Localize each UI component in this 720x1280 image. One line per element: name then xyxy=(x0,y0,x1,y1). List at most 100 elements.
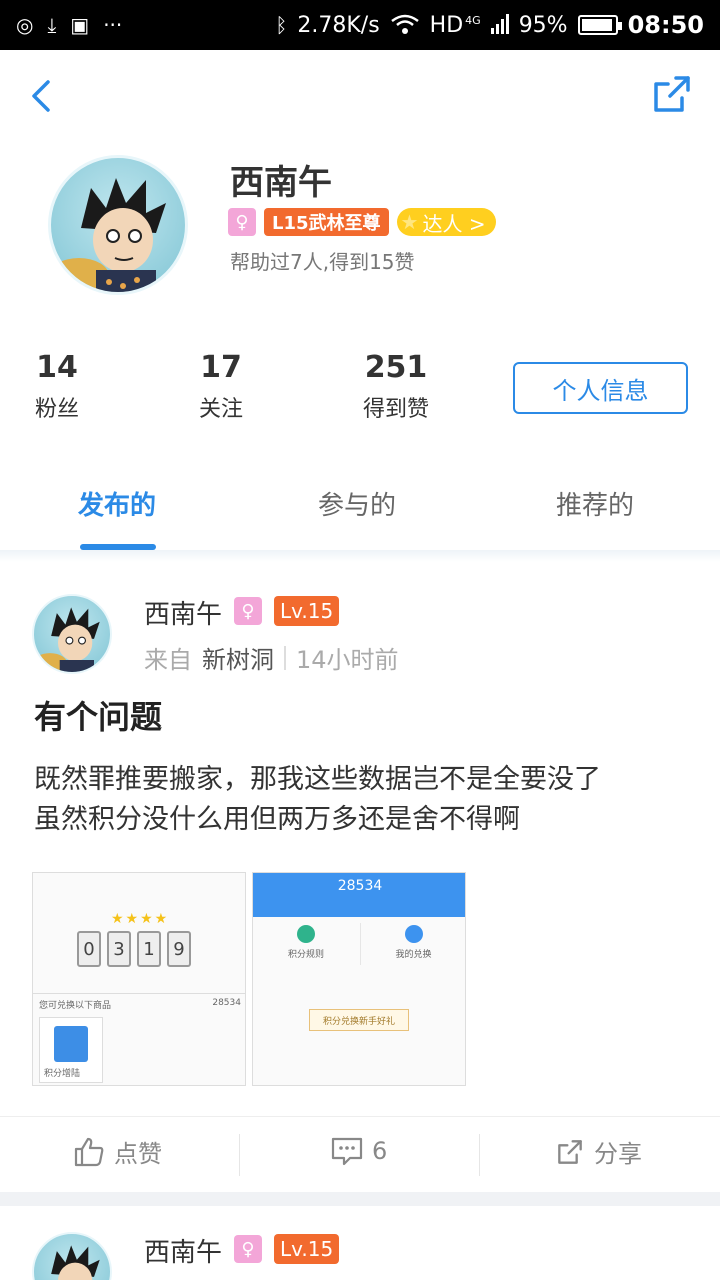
comment-icon xyxy=(331,1137,363,1166)
post-avatar[interactable] xyxy=(32,594,112,674)
star-icon: ★ xyxy=(400,210,419,234)
digit-counter: 0 3 1 9 xyxy=(77,931,191,967)
female-icon: ♀ xyxy=(234,597,262,625)
clock: 08:50 xyxy=(627,11,704,39)
divider xyxy=(0,1116,720,1117)
signal-icon xyxy=(490,13,509,37)
battery-icon xyxy=(577,15,622,35)
gift-icon xyxy=(404,925,423,943)
stat-fans[interactable]: 14 粉丝 xyxy=(30,350,84,423)
action-divider xyxy=(479,1134,480,1176)
meta-divider xyxy=(284,645,286,670)
rules-icon xyxy=(297,925,315,943)
tab-recommended[interactable]: 推荐的 xyxy=(556,485,634,522)
tab-participated[interactable]: 参与的 xyxy=(318,485,396,522)
digit: 1 xyxy=(137,931,161,967)
post-author[interactable]: 西南午 xyxy=(144,1232,222,1269)
stat-label: 得到赞 xyxy=(362,397,429,422)
stat-label: 粉丝 xyxy=(34,397,79,422)
option-label: 我的兑换 xyxy=(395,950,432,960)
post-time: 14小时前 xyxy=(296,646,399,674)
card-label: 积分增陆 xyxy=(44,1069,81,1079)
post-avatar[interactable] xyxy=(32,1232,112,1280)
post-image[interactable]: ★★★★ 0 3 1 9 您可兑换以下商品 28534 积分增陆 xyxy=(32,872,246,1086)
comment-button[interactable]: 6 xyxy=(330,1134,387,1168)
points-header: 28534 xyxy=(253,873,465,917)
network-type: HD xyxy=(429,12,464,38)
image-note: 积分兑换新手好礼 xyxy=(309,1009,409,1031)
calculator-icon xyxy=(54,1026,88,1062)
post-source[interactable]: 新树洞 xyxy=(202,640,274,675)
daren-badge[interactable]: ★ 达人 > xyxy=(396,208,496,236)
like-button[interactable]: 点赞 xyxy=(72,1134,162,1169)
download-icon: ⤓ xyxy=(47,13,57,37)
status-bar: ◎ ⤓ ▣ ··· ᛒ 2.78K/s HD 4G 95% 08:50 xyxy=(0,0,720,50)
post-author[interactable]: 西南午 xyxy=(144,594,222,631)
share-label: 分享 xyxy=(594,1140,642,1168)
comment-count: 6 xyxy=(372,1137,388,1165)
image-card: 积分增陆 xyxy=(39,1017,103,1083)
hotspot-icon: ◎ xyxy=(16,13,34,37)
network-sub: 4G xyxy=(465,13,481,27)
image-option: 积分规则 xyxy=(253,923,359,965)
stat-likes[interactable]: 251 得到赞 xyxy=(356,350,436,423)
battery-fill xyxy=(581,19,612,31)
battery-percent: 95% xyxy=(518,12,568,38)
post-meta: 来自 新树洞 14小时前 xyxy=(144,640,399,675)
profile-name: 西南午 xyxy=(230,163,332,203)
more-icon: ··· xyxy=(103,13,123,37)
stat-following[interactable]: 17 关注 xyxy=(194,350,248,423)
divider xyxy=(0,550,720,562)
top-nav xyxy=(0,50,720,140)
wifi-icon xyxy=(390,13,420,38)
avatar-image xyxy=(51,1245,100,1280)
female-icon: ♀ xyxy=(234,1235,262,1263)
share-icon xyxy=(654,76,690,112)
from-label: 来自 xyxy=(144,646,192,674)
bluetooth-icon: ᛒ xyxy=(275,13,288,37)
female-icon: ♀ xyxy=(228,208,256,236)
thumbs-up-icon xyxy=(74,1137,104,1166)
row-left: 您可兑换以下商品 xyxy=(39,1001,112,1011)
image-row: 您可兑换以下商品 28534 xyxy=(33,993,245,1013)
post-badges: ♀ Lv.15 xyxy=(234,1234,340,1264)
profile-header: 西南午 ♀ L15武林至尊 ★ 达人 > 帮助过7人,得到15赞 xyxy=(0,150,720,300)
level-badge: Lv.15 xyxy=(274,596,340,626)
net-speed: 2.78K/s xyxy=(297,12,380,38)
digit: 0 xyxy=(77,931,101,967)
tab-bar: 发布的 参与的 推荐的 xyxy=(0,470,720,550)
digit: 9 xyxy=(167,931,191,967)
profile-badges: ♀ L15武林至尊 ★ 达人 > xyxy=(228,208,496,236)
post-share-button[interactable]: 分享 xyxy=(554,1134,642,1169)
option-label: 积分规则 xyxy=(287,950,324,960)
post-body-line: 虽然积分没什么用但两万多还是舍不得啊 xyxy=(34,804,520,835)
stars-icon: ★★★★ xyxy=(111,911,170,927)
personal-info-button[interactable]: 个人信息 xyxy=(513,362,688,414)
tab-published[interactable]: 发布的 xyxy=(78,485,156,522)
chevron-left-icon xyxy=(32,80,50,112)
action-divider xyxy=(239,1134,240,1176)
avatar-image xyxy=(34,607,100,672)
level-badge: Lv.15 xyxy=(274,1234,340,1264)
avatar-image xyxy=(51,178,166,292)
image-icon: ▣ xyxy=(70,13,90,37)
post-body: 既然罪推要搬家，那我这些数据岂不是全要没了 虽然积分没什么用但两万多还是舍不得啊 xyxy=(34,760,694,840)
stat-number: 14 xyxy=(36,350,78,385)
post-body-line: 既然罪推要搬家，那我这些数据岂不是全要没了 xyxy=(34,764,601,795)
image-option: 我的兑换 xyxy=(360,923,465,965)
post-image[interactable]: 28534 积分规则 我的兑换 积分兑换新手好礼 xyxy=(252,872,466,1086)
helped-text: 帮助过7人,得到15赞 xyxy=(230,250,415,274)
row-right: 28534 xyxy=(212,998,241,1008)
section-gap xyxy=(0,1192,720,1206)
share-button[interactable] xyxy=(648,70,696,118)
avatar[interactable] xyxy=(48,155,188,295)
stat-number: 17 xyxy=(200,350,242,385)
stat-number: 251 xyxy=(364,350,428,385)
digit: 3 xyxy=(107,931,131,967)
back-button[interactable] xyxy=(20,74,64,118)
daren-label: 达人 > xyxy=(422,211,486,236)
like-label: 点赞 xyxy=(114,1140,162,1168)
post-badges: ♀ Lv.15 xyxy=(234,596,340,626)
stat-label: 关注 xyxy=(198,397,243,422)
level-badge: L15武林至尊 xyxy=(264,208,389,236)
